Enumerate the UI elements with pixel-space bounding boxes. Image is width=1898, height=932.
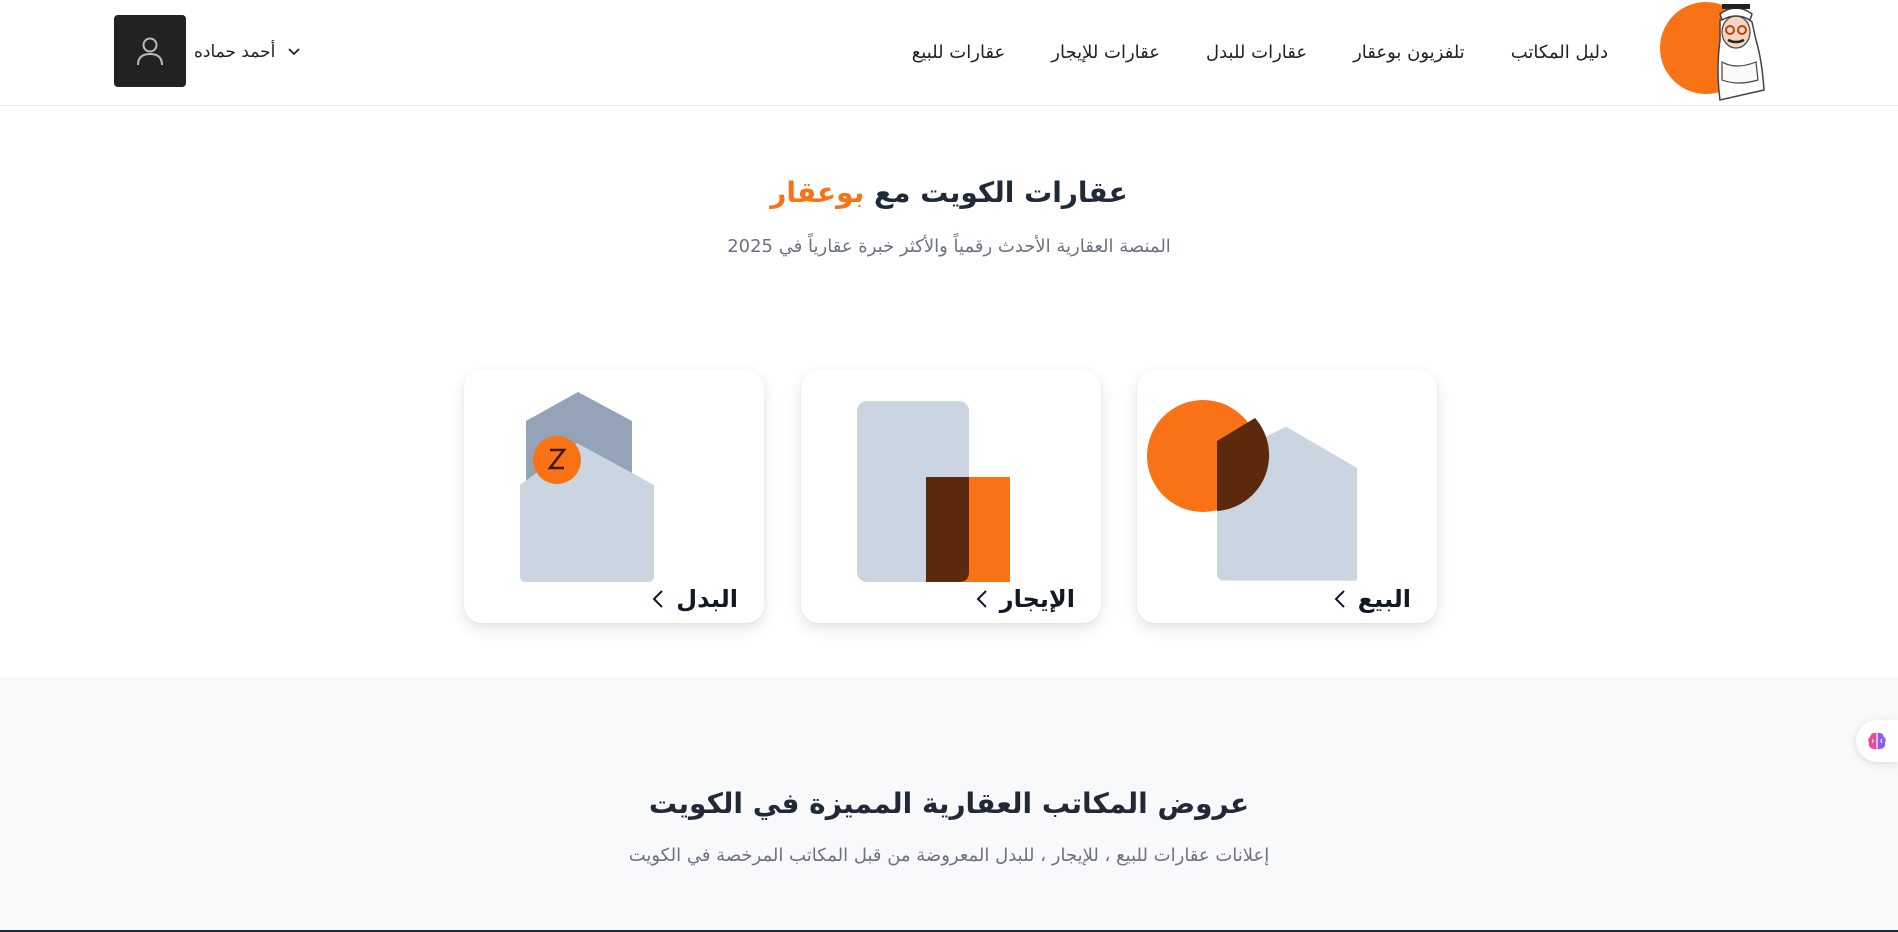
chevron-left-icon bbox=[1334, 590, 1345, 608]
nav-exchange[interactable]: عقارات للبدل bbox=[1206, 42, 1307, 63]
featured-offices-section: عروض المكاتب العقارية المميزة في الكويت … bbox=[0, 677, 1898, 932]
nav-rent[interactable]: عقارات للإيجار bbox=[1051, 42, 1160, 63]
chevron-down-icon bbox=[288, 48, 301, 56]
hero-title-main: عقارات الكويت مع bbox=[874, 176, 1128, 209]
card-exchange-text: البدل bbox=[676, 585, 738, 613]
card-rent-label: الإيجار bbox=[976, 585, 1075, 613]
card-rent[interactable]: الإيجار bbox=[801, 370, 1101, 623]
user-menu-toggle[interactable]: أحمد حماده bbox=[194, 0, 301, 104]
top-header: عقارات للبيع عقارات للإيجار عقارات للبدل… bbox=[0, 0, 1898, 106]
user-icon bbox=[137, 37, 163, 66]
main-nav: عقارات للبيع عقارات للإيجار عقارات للبدل… bbox=[912, 0, 1608, 104]
hero-title-brand: بوعقار bbox=[770, 176, 865, 209]
card-rent-text: الإيجار bbox=[999, 585, 1075, 613]
card-sale[interactable]: البيع bbox=[1137, 370, 1437, 623]
user-avatar-button[interactable] bbox=[114, 15, 186, 87]
site-logo[interactable] bbox=[1660, 0, 1770, 104]
nav-offices-directory[interactable]: دليل المكاتب bbox=[1511, 42, 1608, 63]
ai-assistant-button[interactable] bbox=[1856, 720, 1898, 762]
card-exchange-label: البدل bbox=[652, 585, 738, 613]
chevron-left-icon bbox=[652, 590, 663, 608]
user-name: أحمد حماده bbox=[194, 42, 276, 62]
nav-sale[interactable]: عقارات للبيع bbox=[912, 42, 1006, 63]
featured-offices-subtitle: إعلانات عقارات للبيع ، للإيجار ، للبدل ا… bbox=[628, 845, 1270, 866]
card-exchange[interactable]: البدل bbox=[464, 370, 764, 623]
chevron-left-icon bbox=[976, 590, 987, 608]
card-sale-label: البيع bbox=[1334, 585, 1411, 613]
hero-title: عقارات الكويت مع بوعقار bbox=[0, 176, 1898, 209]
card-sale-text: البيع bbox=[1357, 585, 1411, 613]
hero-subtitle: المنصة العقارية الأحدث رقمياً والأكثر خب… bbox=[727, 236, 1171, 257]
nav-tv[interactable]: تلفزيون بوعقار bbox=[1353, 42, 1465, 63]
featured-offices-title: عروض المكاتب العقارية المميزة في الكويت bbox=[648, 787, 1250, 820]
brain-icon bbox=[1868, 732, 1886, 750]
